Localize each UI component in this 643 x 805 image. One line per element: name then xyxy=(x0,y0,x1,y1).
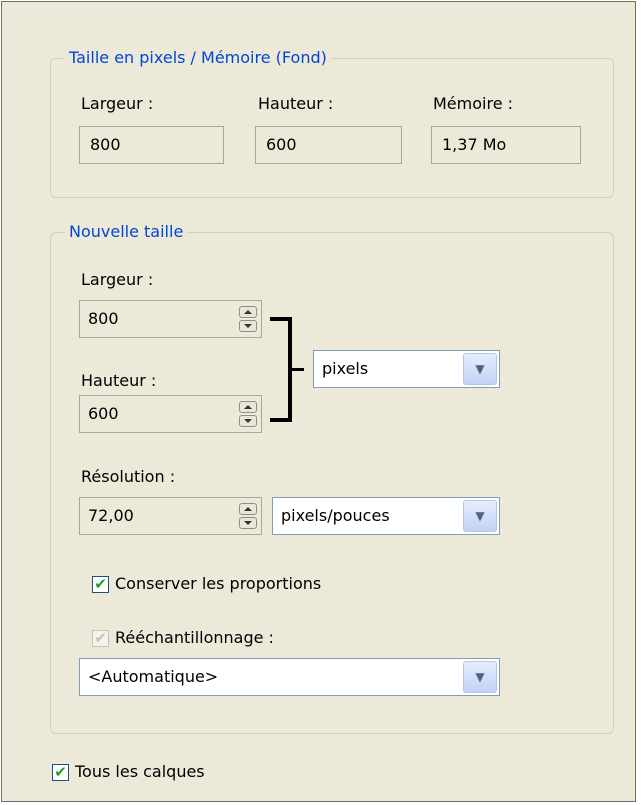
spin-down-icon[interactable] xyxy=(239,415,257,427)
spin-up-down-icon[interactable] xyxy=(239,503,257,529)
spin-down-icon[interactable] xyxy=(239,320,257,332)
all-layers-checkbox[interactable]: ✔ xyxy=(52,764,69,781)
resolution-value[interactable]: 72,00 xyxy=(88,498,134,534)
resolution-label: Résolution : xyxy=(81,467,176,486)
original-height-label: Hauteur : xyxy=(258,94,334,113)
resample-label[interactable]: Rééchantillonnage : xyxy=(115,628,274,648)
new-height-label: Hauteur : xyxy=(81,371,157,390)
spin-up-icon[interactable] xyxy=(239,401,257,413)
chevron-down-icon[interactable]: ▼ xyxy=(463,661,497,693)
size-unit-value[interactable]: pixels xyxy=(322,351,368,387)
size-unit-dropdown[interactable]: pixels ▼ xyxy=(313,350,500,388)
chevron-down-icon[interactable]: ▼ xyxy=(463,500,497,532)
memory-field: 1,37 Mo xyxy=(431,126,581,164)
new-width-value[interactable]: 800 xyxy=(88,301,119,337)
original-width-field: 800 xyxy=(79,126,224,164)
resolution-unit-value[interactable]: pixels/pouces xyxy=(281,498,390,534)
memory-label: Mémoire : xyxy=(433,94,514,113)
spin-up-down-icon[interactable] xyxy=(239,401,257,427)
all-layers-label[interactable]: Tous les calques xyxy=(75,762,205,782)
new-size-legend: Nouvelle taille xyxy=(65,221,188,243)
pixel-size-memory-legend: Taille en pixels / Mémoire (Fond) xyxy=(65,47,331,69)
spin-up-icon[interactable] xyxy=(239,306,257,318)
keep-proportions-checkbox[interactable]: ✔ xyxy=(92,576,109,593)
spin-up-icon[interactable] xyxy=(239,503,257,515)
original-height-field: 600 xyxy=(255,126,402,164)
chevron-down-icon[interactable]: ▼ xyxy=(463,353,497,385)
original-width-label: Largeur : xyxy=(81,94,154,113)
new-height-value[interactable]: 600 xyxy=(88,396,119,432)
new-width-spinner[interactable]: 800 xyxy=(79,300,262,338)
resample-checkbox[interactable]: ✔ xyxy=(92,630,109,647)
new-width-label: Largeur : xyxy=(81,270,154,289)
resample-method-dropdown[interactable]: <Automatique> ▼ xyxy=(79,658,500,696)
spin-up-down-icon[interactable] xyxy=(239,306,257,332)
new-height-spinner[interactable]: 600 xyxy=(79,395,262,433)
keep-proportions-label[interactable]: Conserver les proportions xyxy=(115,574,321,594)
resolution-unit-dropdown[interactable]: pixels/pouces ▼ xyxy=(272,497,500,535)
spin-down-icon[interactable] xyxy=(239,517,257,529)
resolution-spinner[interactable]: 72,00 xyxy=(79,497,262,535)
image-size-dialog: Taille en pixels / Mémoire (Fond) Largeu… xyxy=(1,1,636,802)
resample-method-value[interactable]: <Automatique> xyxy=(88,659,218,695)
